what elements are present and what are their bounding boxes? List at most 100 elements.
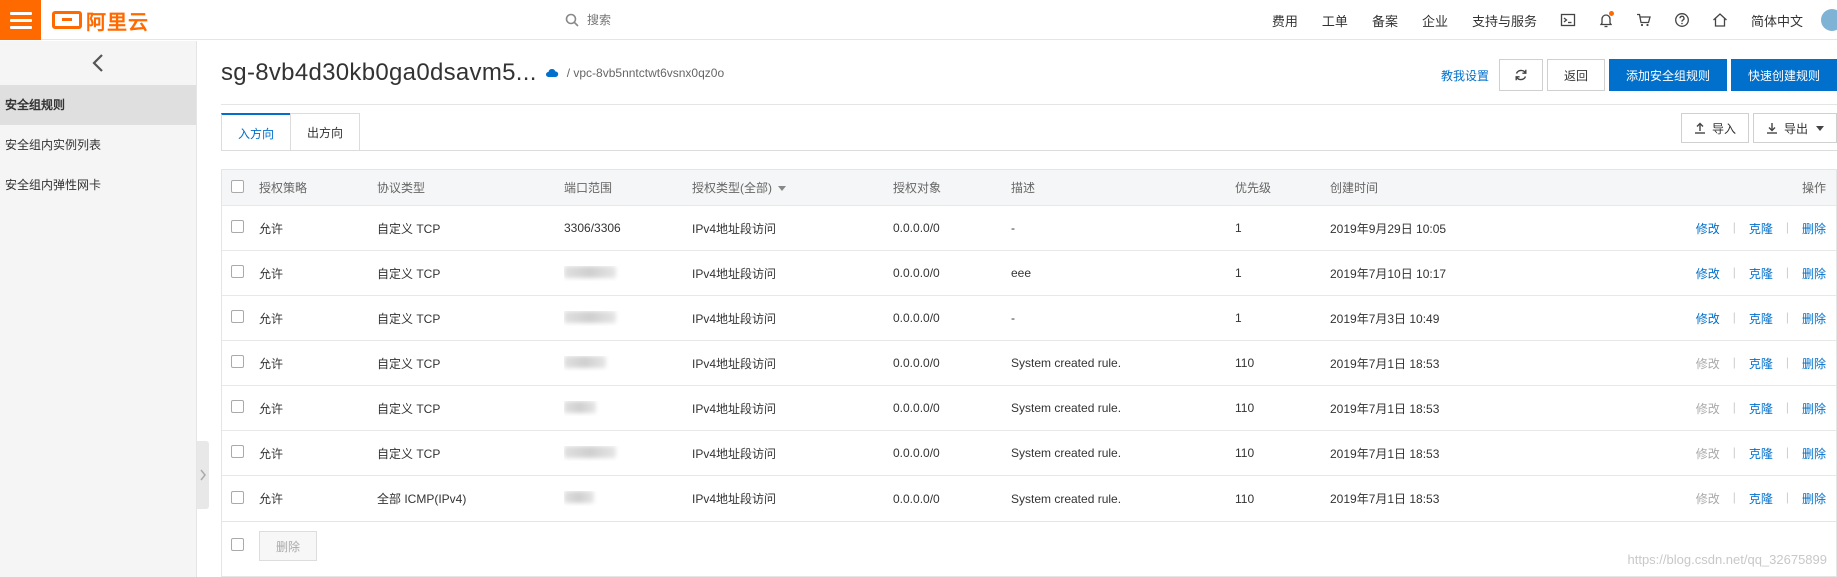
delete-link[interactable]: 删除 — [1802, 220, 1826, 237]
tab-outbound[interactable]: 出方向 — [290, 113, 361, 151]
cell-priority: 110 — [1235, 356, 1255, 370]
cell-created-time: 2019年7月10日 10:17 — [1330, 266, 1447, 281]
watermark: https://blog.csdn.net/qq_32675899 — [1627, 552, 1828, 567]
cell-actions: 修改 | 克隆 | 删除 — [1660, 310, 1836, 327]
cell-auth-type: IPv4地址段访问 — [692, 401, 777, 416]
sidebar-item-rules[interactable]: 安全组规则 — [0, 85, 196, 125]
avatar[interactable] — [1821, 9, 1837, 31]
delete-link[interactable]: 删除 — [1802, 445, 1826, 462]
row-checkbox[interactable] — [222, 400, 259, 416]
separator: | — [1785, 309, 1789, 324]
cart-icon[interactable] — [1625, 0, 1663, 40]
help-link[interactable]: 教我设置 — [1441, 67, 1489, 84]
edit-link[interactable]: 修改 — [1696, 265, 1720, 282]
cell-port-redacted — [564, 491, 692, 506]
sidebar-item-enis[interactable]: 安全组内弹性网卡 — [0, 165, 196, 205]
logo[interactable]: 阿里云 — [52, 6, 149, 34]
terminal-icon[interactable] — [1549, 0, 1587, 40]
cell-priority: 110 — [1235, 446, 1255, 460]
row-checkbox[interactable] — [222, 265, 259, 281]
separator: | — [1732, 219, 1736, 234]
clone-link[interactable]: 克隆 — [1749, 355, 1773, 372]
separator: | — [1785, 444, 1789, 459]
bell-icon[interactable] — [1587, 0, 1625, 40]
cell-auth-object: 0.0.0.0/0 — [893, 491, 940, 506]
cell-description: - — [1011, 311, 1015, 325]
import-button[interactable]: 导入 — [1680, 113, 1749, 143]
export-button[interactable]: 导出 — [1752, 113, 1837, 143]
sidebar-back-button[interactable] — [0, 41, 196, 85]
col-port: 端口范围 — [564, 181, 613, 195]
top-bar: 阿里云 费用 工单 备案 企业 支持与服务 简体中文 — [0, 0, 1837, 40]
delete-link[interactable]: 删除 — [1802, 355, 1826, 372]
col-auth-type-filter[interactable]: 授权类型(全部) — [692, 179, 893, 196]
edit-link[interactable]: 修改 — [1696, 445, 1720, 462]
help-icon[interactable] — [1663, 0, 1701, 40]
add-rule-button[interactable]: 添加安全组规则 — [1608, 59, 1727, 91]
separator: | — [1785, 354, 1789, 369]
cell-created-time: 2019年7月1日 18:53 — [1330, 356, 1440, 371]
nav-support[interactable]: 支持与服务 — [1460, 11, 1549, 30]
search-bar[interactable] — [565, 8, 865, 32]
refresh-button[interactable] — [1498, 59, 1543, 91]
delete-link[interactable]: 删除 — [1802, 265, 1826, 282]
cell-priority: 110 — [1235, 491, 1255, 506]
row-checkbox[interactable] — [222, 220, 259, 236]
upload-icon — [1694, 122, 1705, 134]
cell-auth-object: 0.0.0.0/0 — [893, 356, 940, 370]
select-all-checkbox[interactable] — [222, 179, 259, 196]
edit-link[interactable]: 修改 — [1696, 355, 1720, 372]
footer-select-all-checkbox[interactable] — [222, 538, 259, 554]
nav-enterprise[interactable]: 企业 — [1410, 11, 1460, 30]
cell-protocol: 全部 ICMP(IPv4) — [377, 492, 467, 506]
home-icon[interactable] — [1701, 0, 1739, 40]
cell-actions: 修改 | 克隆 | 删除 — [1660, 220, 1836, 237]
tab-inbound[interactable]: 入方向 — [221, 113, 292, 151]
cell-created-time: 2019年7月1日 18:53 — [1330, 446, 1440, 461]
delete-link[interactable]: 删除 — [1802, 490, 1826, 507]
row-checkbox[interactable] — [222, 445, 259, 461]
delete-link[interactable]: 删除 — [1802, 310, 1826, 327]
language-switch[interactable]: 简体中文 — [1739, 11, 1815, 30]
row-checkbox[interactable] — [222, 490, 259, 507]
cell-policy: 允许 — [259, 401, 284, 416]
header-actions: 教我设置 返回 添加安全组规则 快速创建规则 — [1441, 59, 1837, 91]
nav-billing[interactable]: 费用 — [1260, 11, 1310, 30]
cell-auth-type: IPv4地址段访问 — [692, 356, 777, 371]
back-button[interactable]: 返回 — [1546, 59, 1605, 91]
cell-created-time: 2019年7月1日 18:53 — [1330, 492, 1440, 506]
cell-description: System created rule. — [1011, 491, 1122, 506]
edit-link[interactable]: 修改 — [1696, 490, 1720, 507]
cell-protocol: 自定义 TCP — [377, 311, 441, 326]
nav-tickets[interactable]: 工单 — [1310, 11, 1360, 30]
cell-auth-type: IPv4地址段访问 — [692, 266, 777, 281]
cell-protocol: 自定义 TCP — [377, 446, 441, 461]
edit-link[interactable]: 修改 — [1696, 400, 1720, 417]
cloud-icon[interactable] — [545, 66, 559, 80]
separator: | — [1785, 264, 1789, 279]
row-checkbox[interactable] — [222, 310, 259, 326]
tab-underline — [221, 150, 1837, 151]
edit-link[interactable]: 修改 — [1696, 220, 1720, 237]
clone-link[interactable]: 克隆 — [1749, 220, 1773, 237]
notification-dot — [1608, 11, 1614, 16]
clone-link[interactable]: 克隆 — [1749, 445, 1773, 462]
search-input[interactable] — [587, 13, 827, 27]
row-checkbox[interactable] — [222, 355, 259, 371]
sidebar-toggle[interactable] — [197, 441, 209, 509]
nav-icp[interactable]: 备案 — [1360, 11, 1410, 30]
clone-link[interactable]: 克隆 — [1749, 310, 1773, 327]
delete-link[interactable]: 删除 — [1802, 400, 1826, 417]
quick-create-button[interactable]: 快速创建规则 — [1730, 59, 1837, 91]
clone-link[interactable]: 克隆 — [1749, 265, 1773, 282]
col-auth-object: 授权对象 — [893, 181, 942, 195]
main-content: sg-8vb4d30kb0ga0dsavm5... / vpc-8vb5nntc… — [221, 41, 1837, 577]
clone-link[interactable]: 克隆 — [1749, 490, 1773, 507]
menu-icon[interactable] — [0, 0, 41, 40]
tab-actions: 导入 导出 — [1680, 113, 1837, 143]
sidebar-item-instances[interactable]: 安全组内实例列表 — [0, 125, 196, 165]
batch-delete-button[interactable]: 删除 — [259, 531, 318, 561]
clone-link[interactable]: 克隆 — [1749, 400, 1773, 417]
cell-priority: 110 — [1235, 401, 1255, 415]
edit-link[interactable]: 修改 — [1696, 310, 1720, 327]
